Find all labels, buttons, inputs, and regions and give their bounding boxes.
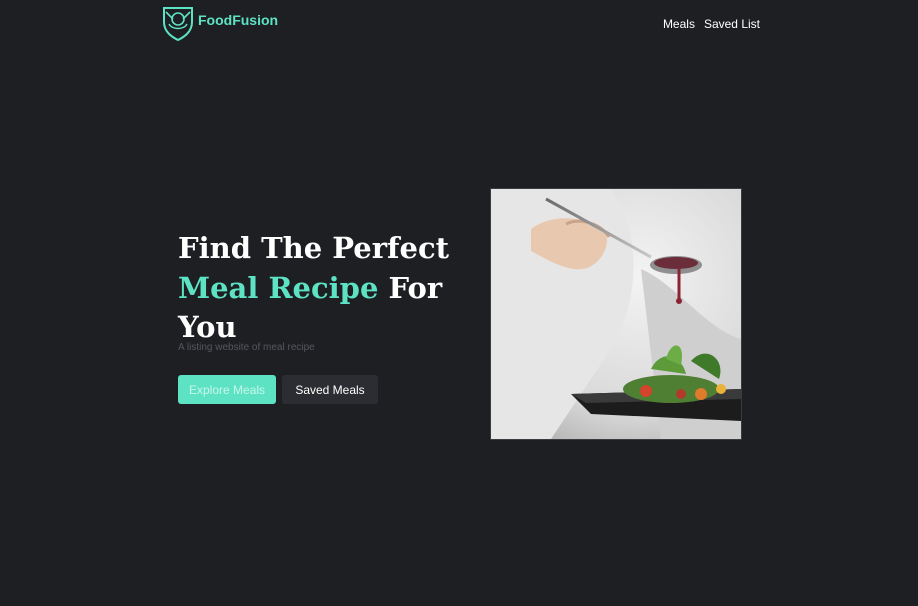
saved-meals-button[interactable]: Saved Meals	[282, 375, 378, 404]
chef-plating-dish-image	[491, 189, 741, 439]
nav-meals-link[interactable]: Meals	[663, 17, 695, 31]
hero-chef-image	[490, 188, 742, 440]
brand-logo[interactable]: FoodFusion	[160, 4, 278, 42]
hero-title-accent: Meal Recipe	[178, 270, 379, 305]
explore-meals-button[interactable]: Explore Meals	[178, 375, 276, 404]
hero-title: Find The Perfect Meal Recipe For You	[178, 229, 478, 348]
main-nav: Meals Saved List	[663, 17, 760, 31]
brand-name: FoodFusion	[198, 12, 279, 28]
nav-saved-list-link[interactable]: Saved List	[704, 17, 760, 31]
hero-title-part1: Find The Perfect	[178, 231, 450, 265]
hero-subtitle: A listing website of meal recipe	[178, 342, 315, 353]
shield-cutlery-icon	[163, 7, 193, 42]
